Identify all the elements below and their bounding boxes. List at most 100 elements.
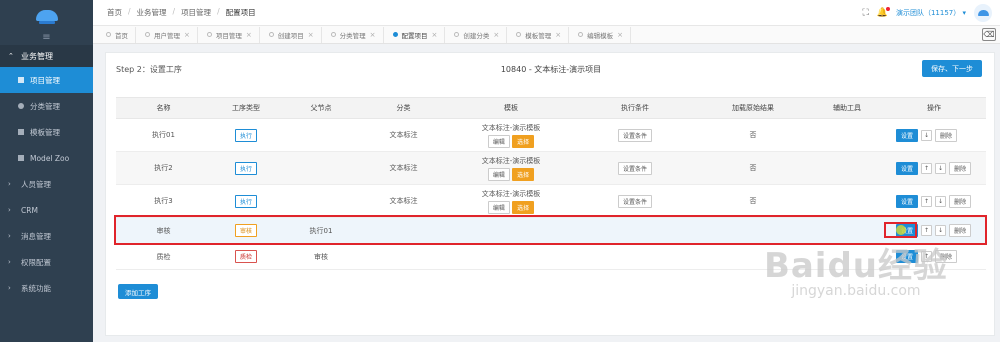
tab-users[interactable]: 用户管理 × bbox=[138, 26, 198, 43]
file-icon bbox=[18, 155, 24, 161]
sidebar-group-messages[interactable]: › 消息管理 bbox=[0, 223, 93, 249]
tab-close-icon[interactable]: × bbox=[370, 31, 376, 39]
chevron-right-icon: › bbox=[8, 284, 11, 292]
sidebar-group-label: 系统功能 bbox=[21, 283, 51, 293]
avatar[interactable] bbox=[974, 4, 992, 22]
cell-condition: 设置条件 bbox=[576, 161, 694, 175]
tab-close-icon[interactable]: × bbox=[617, 31, 623, 39]
watermark: Baidu经验 jingyan.baidu.com bbox=[764, 238, 948, 299]
sidebar-item-projects[interactable]: 项目管理 bbox=[0, 67, 93, 93]
tab-close-icon[interactable]: × bbox=[493, 31, 499, 39]
sidebar-item-categories[interactable]: 分类管理 bbox=[0, 93, 93, 119]
breadcrumb-separator: / bbox=[217, 7, 220, 16]
delete-button[interactable]: 删除 bbox=[935, 128, 958, 142]
col-tools: 辅助工具 bbox=[833, 104, 861, 112]
delete-button[interactable]: 删除 bbox=[949, 161, 972, 175]
breadcrumb-home[interactable]: 首页 bbox=[107, 7, 122, 18]
tab-close-icon[interactable]: × bbox=[308, 31, 314, 39]
bell-icon[interactable]: 🔔 bbox=[877, 7, 891, 18]
move-up-button[interactable]: ↑ bbox=[921, 162, 933, 174]
move-down-button[interactable]: ↓ bbox=[935, 162, 947, 174]
move-up-button[interactable]: ↑ bbox=[921, 195, 933, 207]
tab-categories[interactable]: 分类管理 × bbox=[324, 26, 384, 43]
settings-button[interactable]: 设置 bbox=[896, 161, 919, 175]
tab-home[interactable]: 首页 bbox=[99, 26, 136, 43]
cell-category: 文本标注 bbox=[389, 164, 418, 172]
cloud-logo-icon bbox=[35, 9, 58, 24]
chevron-right-icon: › bbox=[8, 180, 11, 188]
sidebar-group-label: 权限配置 bbox=[21, 257, 51, 267]
move-down-button[interactable]: ↓ bbox=[935, 195, 947, 207]
settings-button[interactable]: 设置 bbox=[896, 128, 919, 142]
cell-name: 执行01 bbox=[152, 131, 175, 139]
sidebar-item-label: 项目管理 bbox=[30, 75, 60, 85]
sidebar-group-people[interactable]: › 人员管理 bbox=[0, 171, 93, 197]
tab-create-category[interactable]: 创建分类 × bbox=[447, 26, 508, 43]
template-edit-button[interactable]: 编辑 bbox=[487, 167, 510, 181]
breadcrumb: 首页 / 业务管理 / 项目管理 / 配置项目 bbox=[107, 7, 256, 18]
user-menu[interactable]: 演示团队（11157） ▾ bbox=[896, 8, 966, 18]
sidebar-item-model-zoo[interactable]: Model Zoo bbox=[0, 145, 93, 171]
sidebar-group-permissions[interactable]: › 权限配置 bbox=[0, 249, 93, 275]
cell-template: 文本标注-演示模板 编辑 选择 bbox=[446, 156, 576, 181]
add-process-button[interactable]: 添加工序 bbox=[118, 284, 158, 299]
breadcrumb-business[interactable]: 业务管理 bbox=[137, 7, 167, 18]
template-edit-button[interactable]: 编辑 bbox=[487, 200, 510, 214]
tab-close-icon[interactable]: × bbox=[555, 31, 561, 39]
tab-close-icon[interactable]: × bbox=[184, 31, 190, 39]
template-edit-button[interactable]: 编辑 bbox=[487, 134, 510, 148]
sidebar-group-crm[interactable]: › CRM bbox=[0, 197, 93, 223]
cell-type: 质检 bbox=[211, 250, 281, 263]
sidebar-group-business[interactable]: ⌃ 业务管理 bbox=[0, 45, 93, 67]
top-right-tools: ⛶ 🔔 演示团队（11157） ▾ bbox=[862, 4, 992, 22]
cell-template: 文本标注-演示模板 编辑 选择 bbox=[446, 189, 576, 214]
type-badge: 质检 bbox=[234, 250, 257, 263]
hamburger-icon[interactable]: ≡ bbox=[0, 30, 93, 45]
tab-configure-project[interactable]: 配置项目 × bbox=[386, 26, 446, 43]
app-logo bbox=[0, 0, 93, 30]
template-name: 文本标注-演示模板 bbox=[481, 156, 541, 165]
tab-create-project[interactable]: 创建项目 × bbox=[262, 26, 322, 43]
template-select-button[interactable]: 选择 bbox=[512, 167, 535, 181]
template-select-button[interactable]: 选择 bbox=[512, 134, 535, 148]
settings-button[interactable]: 设置 bbox=[896, 194, 919, 208]
tab-close-icon[interactable]: × bbox=[432, 31, 438, 39]
set-condition-button[interactable]: 设置条件 bbox=[617, 128, 652, 142]
tab-dot-icon bbox=[578, 32, 584, 37]
cell-load-result: 否 bbox=[749, 131, 757, 139]
template-select-button[interactable]: 选择 bbox=[512, 200, 535, 214]
move-down-button[interactable]: ↓ bbox=[921, 129, 933, 141]
set-condition-button[interactable]: 设置条件 bbox=[617, 194, 652, 208]
col-condition: 执行条件 bbox=[621, 104, 649, 112]
watermark-url: jingyan.baidu.com bbox=[791, 283, 921, 299]
tab-label: 创建分类 bbox=[463, 31, 490, 40]
set-condition-button[interactable]: 设置条件 bbox=[617, 161, 652, 175]
tab-dot-icon bbox=[454, 32, 460, 37]
close-all-tabs-icon[interactable]: ⌫ bbox=[982, 28, 996, 41]
fullscreen-icon[interactable]: ⛶ bbox=[862, 8, 868, 18]
tab-edit-template[interactable]: 编辑模板 × bbox=[571, 26, 631, 43]
delete-button[interactable]: 删除 bbox=[949, 194, 972, 208]
breadcrumb-projects[interactable]: 项目管理 bbox=[181, 7, 211, 18]
tab-label: 配置项目 bbox=[401, 31, 428, 40]
sidebar-group-system[interactable]: › 系统功能 bbox=[0, 275, 93, 301]
col-type: 工序类型 bbox=[232, 104, 260, 112]
tab-label: 首页 bbox=[115, 31, 128, 40]
tab-projects[interactable]: 项目管理 × bbox=[200, 26, 260, 43]
table-row: 执行2 执行 文本标注 文本标注-演示模板 编辑 选择 设置条件 否 设置 ↑ … bbox=[116, 152, 986, 185]
tab-dot-icon bbox=[206, 32, 212, 37]
col-parent: 父节点 bbox=[310, 104, 332, 112]
circle-icon bbox=[18, 103, 24, 109]
sidebar-item-label: Model Zoo bbox=[30, 153, 70, 163]
tab-label: 编辑模板 bbox=[587, 31, 614, 40]
sidebar-item-templates[interactable]: 模板管理 bbox=[0, 119, 93, 145]
cell-name: 执行3 bbox=[154, 197, 173, 205]
tab-templates[interactable]: 模板管理 × bbox=[509, 26, 570, 43]
breadcrumb-current: 配置项目 bbox=[225, 8, 256, 17]
chevron-right-icon: › bbox=[8, 232, 11, 240]
save-next-button[interactable]: 保存、下一步 bbox=[922, 60, 982, 77]
tab-close-icon[interactable]: × bbox=[246, 31, 252, 39]
sidebar-group-label: 人员管理 bbox=[21, 179, 51, 189]
template-name: 文本标注-演示模板 bbox=[481, 189, 541, 198]
cloud-avatar-icon bbox=[977, 10, 989, 16]
